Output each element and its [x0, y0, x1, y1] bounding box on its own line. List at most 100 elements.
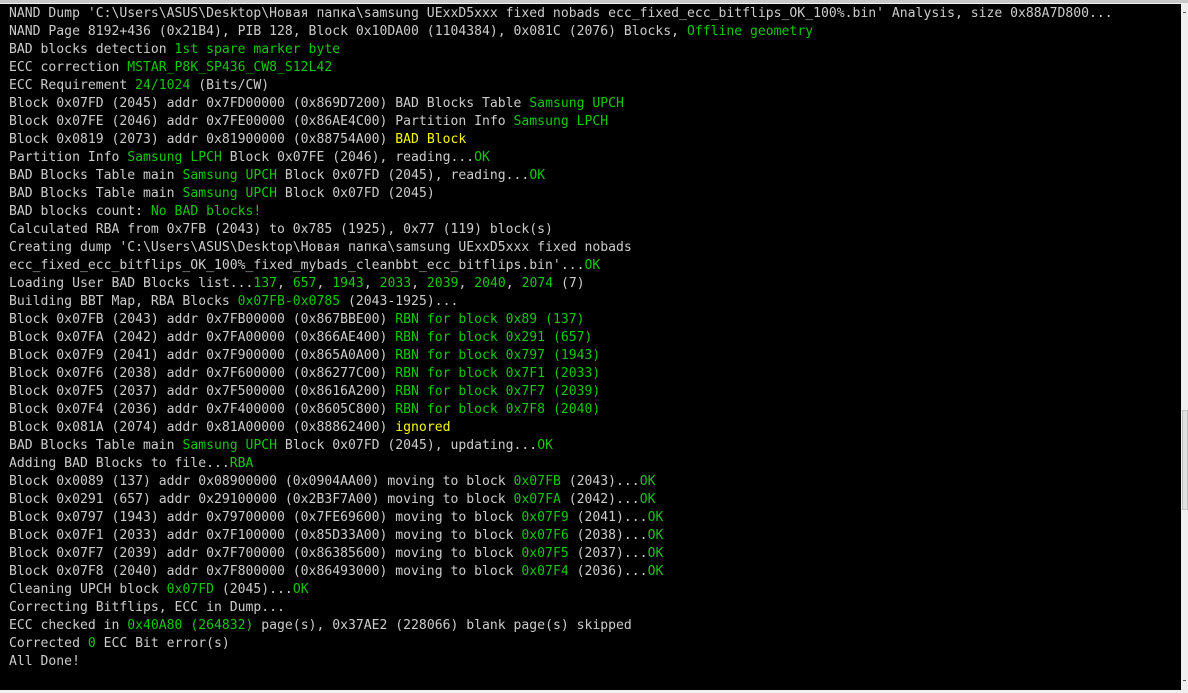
log-text: Loading User BAD Blocks list...	[9, 276, 254, 291]
console-line: BAD Blocks Table main Samsung UPCH Block…	[9, 437, 1113, 455]
highlight-text: OK	[292, 582, 309, 597]
console-line: Block 0x07F5 (2037) addr 0x7F500000 (0x8…	[9, 383, 1113, 401]
log-text: (2038)...	[568, 528, 648, 543]
scroll-up-arrow-icon[interactable]	[1183, 12, 1186, 13]
highlight-text: 1943	[332, 276, 364, 291]
highlight-text: OK	[639, 474, 656, 489]
console-line: Cleaning UPCH block 0x07FD (2045)...OK	[9, 581, 1113, 599]
highlight-text: Samsung LPCH	[127, 150, 222, 165]
highlight-text: Samsung LPCH	[513, 114, 609, 129]
log-text: ,	[363, 276, 380, 291]
vertical-scrollbar[interactable]	[1181, 4, 1188, 690]
console-output-area[interactable]: NAND Dump 'C:\Users\ASUS\Desktop\Новая п…	[0, 4, 1181, 690]
scrollbar-thumb[interactable]	[1182, 410, 1188, 510]
highlight-text: 2040	[474, 276, 506, 291]
console-line: Block 0x07F1 (2033) addr 0x7F100000 (0x8…	[9, 527, 1113, 545]
highlight-text: 0x07F6	[521, 528, 569, 543]
console-line: Block 0x07FA (2042) addr 0x7FA00000 (0x8…	[9, 329, 1113, 347]
highlight-text: OK	[639, 492, 656, 507]
log-text: page(s), 0x37AE2 (228066) blank page(s) …	[253, 618, 632, 633]
scroll-down-arrow-icon[interactable]	[1183, 680, 1186, 681]
log-text: Block 0x07FA (2042) addr 0x7FA00000 (0x8…	[9, 330, 396, 345]
log-text: ECC correction	[9, 60, 128, 75]
log-text: ECC checked in	[9, 618, 128, 633]
highlight-text: OK	[647, 546, 664, 561]
highlight-text: OK	[584, 258, 601, 273]
log-text: BAD Blocks Table main	[9, 438, 183, 453]
highlight-text: OK	[647, 528, 664, 543]
console-line: Corrected 0 ECC Bit error(s)	[9, 635, 1113, 653]
log-text: (2037)...	[568, 546, 648, 561]
log-text: Block 0x0797 (1943) addr 0x79700000 (0x7…	[9, 510, 522, 525]
log-text: Block 0x07F8 (2040) addr 0x7F800000 (0x8…	[9, 564, 522, 579]
highlight-text: Samsung UPCH	[529, 96, 624, 111]
console-line: Block 0x081A (2074) addr 0x81A00000 (0x8…	[9, 419, 1113, 437]
console-line: Block 0x07FD (2045) addr 0x7FD00000 (0x8…	[9, 95, 1113, 113]
log-text: Block 0x07FD (2045)	[277, 186, 435, 201]
log-text: (2036)...	[568, 564, 648, 579]
log-text: Correcting Bitflips, ECC in Dump...	[9, 600, 285, 615]
log-text: NAND Dump 'C:\Users\ASUS\Desktop\Новая п…	[9, 6, 1113, 21]
highlight-text: RBN for block 0x7F7 (2039)	[395, 384, 601, 399]
console-log: NAND Dump 'C:\Users\ASUS\Desktop\Новая п…	[9, 5, 1113, 671]
log-text: Block 0x0819 (2073) addr 0x81900000 (0x8…	[9, 132, 396, 147]
highlight-text: OK	[647, 564, 664, 579]
console-line: Block 0x07FE (2046) addr 0x7FE00000 (0x8…	[9, 113, 1113, 131]
highlight-text: 137	[253, 276, 278, 291]
warning-text: BAD Block	[395, 132, 467, 147]
log-text: Block 0x07FD (2045) addr 0x7FD00000 (0x8…	[9, 96, 530, 111]
log-text: BAD blocks count:	[9, 204, 151, 219]
log-text: Block 0x07F5 (2037) addr 0x7F500000 (0x8…	[9, 384, 396, 399]
console-line: ECC checked in 0x40A80 (264832) page(s),…	[9, 617, 1113, 635]
log-text: BAD blocks detection	[9, 42, 175, 57]
log-text: ,	[316, 276, 333, 291]
log-text: NAND Page 8192+436 (0x21B4), PIB 128, Bl…	[9, 24, 687, 39]
highlight-text: 0x07FB-0x0785	[237, 294, 341, 309]
log-text: (2042)...	[560, 492, 640, 507]
console-line: Block 0x07F8 (2040) addr 0x7F800000 (0x8…	[9, 563, 1113, 581]
warning-text: ignored	[395, 420, 451, 435]
highlight-text: RBA	[229, 456, 254, 471]
console-line: Block 0x0797 (1943) addr 0x79700000 (0x7…	[9, 509, 1113, 527]
log-text: Corrected	[9, 636, 88, 651]
console-line: NAND Page 8192+436 (0x21B4), PIB 128, Bl…	[9, 23, 1113, 41]
log-text: (7)	[553, 276, 585, 291]
highlight-text: Offline geometry	[686, 24, 814, 39]
console-line: BAD blocks count: No BAD blocks!	[9, 203, 1113, 221]
highlight-text: 0x07F4	[521, 564, 569, 579]
log-text: All Done!	[9, 654, 80, 669]
console-line: Loading User BAD Blocks list...137, 657,…	[9, 275, 1113, 293]
highlight-text: Samsung UPCH	[182, 438, 278, 453]
console-line: ECC Requirement 24/1024 (Bits/CW)	[9, 77, 1113, 95]
log-text: ECC Bit error(s)	[95, 636, 230, 651]
highlight-text: 657	[292, 276, 317, 291]
log-text: Block 0x081A (2074) addr 0x81A00000 (0x8…	[9, 420, 396, 435]
highlight-text: 2033	[379, 276, 412, 291]
console-line: Block 0x07F6 (2038) addr 0x7F600000 (0x8…	[9, 365, 1113, 383]
highlight-text: RBN for block 0x7F1 (2033)	[395, 366, 601, 381]
highlight-text: OK	[537, 438, 553, 453]
console-line: Block 0x07F4 (2036) addr 0x7F400000 (0x8…	[9, 401, 1113, 419]
console-line: All Done!	[9, 653, 1113, 671]
log-text: ecc_fixed_ecc_bitflips_OK_100%_fixed_myb…	[9, 258, 585, 273]
console-line: Block 0x0291 (657) addr 0x29100000 (0x2B…	[9, 491, 1113, 509]
log-text: Block 0x07F4 (2036) addr 0x7F400000 (0x8…	[9, 402, 396, 417]
highlight-text: 0x07FA	[513, 492, 561, 507]
highlight-text: 1st spare marker byte	[174, 42, 341, 57]
highlight-text: MSTAR_P8K_SP436_CW8_S12L42	[127, 60, 333, 75]
highlight-text: 0x07F5	[521, 546, 569, 561]
highlight-text: Samsung UPCH	[182, 186, 278, 201]
highlight-text: OK	[529, 168, 546, 183]
log-text: Block 0x07FD (2045), updating...	[277, 438, 538, 453]
log-text: (Bits/CW)	[190, 78, 270, 93]
console-line: Partition Info Samsung LPCH Block 0x07FE…	[9, 149, 1113, 167]
console-line: BAD blocks detection 1st spare marker by…	[9, 41, 1113, 59]
log-text: Creating dump 'C:\Users\ASUS\Desktop\Нов…	[9, 240, 632, 255]
console-line: Block 0x07F7 (2039) addr 0x7F700000 (0x8…	[9, 545, 1113, 563]
console-line: Block 0x0819 (2073) addr 0x81900000 (0x8…	[9, 131, 1113, 149]
highlight-text: 0x40A80 (264832)	[127, 618, 254, 633]
console-line: Calculated RBA from 0x7FB (2043) to 0x78…	[9, 221, 1113, 239]
console-line: BAD Blocks Table main Samsung UPCH Block…	[9, 185, 1113, 203]
console-line: BAD Blocks Table main Samsung UPCH Block…	[9, 167, 1113, 185]
log-text: Block 0x0089 (137) addr 0x08900000 (0x09…	[9, 474, 514, 489]
